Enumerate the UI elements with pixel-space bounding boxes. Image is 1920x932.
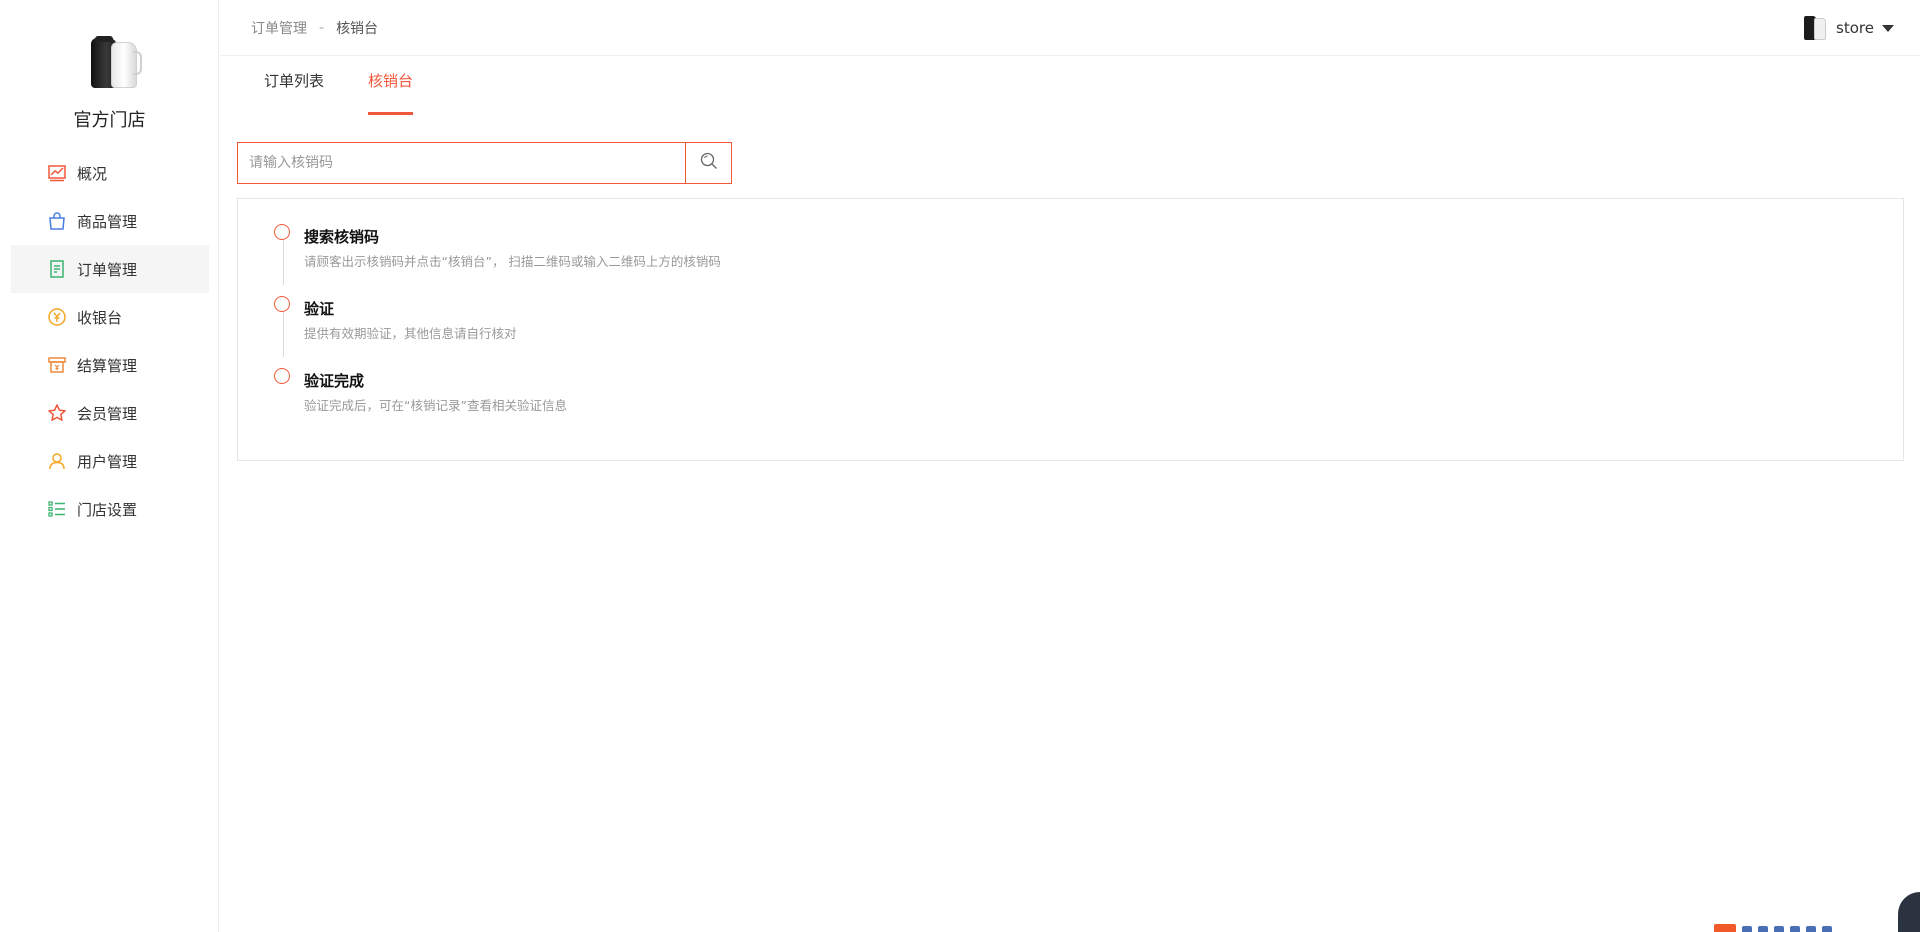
system-tray-fragment: [1714, 924, 1920, 932]
step-title: 验证完成: [304, 372, 365, 390]
step-dot: [274, 368, 290, 384]
step-title: 验证: [304, 300, 335, 318]
step-description: 请顾客出示核销码并点击“核销台”， 扫描二维码或输入二维码上方的核销码: [304, 254, 721, 269]
sidebar-item-orders[interactable]: 订单管理: [11, 245, 209, 293]
settlement-register-icon: [47, 355, 67, 375]
shopping-bag-icon: [47, 211, 67, 231]
tray-icon: [1822, 926, 1832, 932]
sidebar-item-products[interactable]: 商品管理: [11, 197, 209, 245]
sidebar-item-settlement[interactable]: 结算管理: [11, 341, 209, 389]
tray-icon: [1790, 926, 1800, 932]
breadcrumb: 订单管理 - 核销台: [251, 18, 378, 38]
sidebar-item-label: 用户管理: [77, 452, 138, 471]
floating-widget[interactable]: [1898, 892, 1920, 932]
store-logo: [77, 34, 143, 94]
user-menu[interactable]: store: [1802, 14, 1894, 42]
step-dot: [274, 296, 290, 312]
sidebar-item-cashier[interactable]: 收银台: [11, 293, 209, 341]
top-header: 订单管理 - 核销台 store: [220, 0, 1920, 56]
search-icon: [699, 151, 719, 175]
sidebar-item-users[interactable]: 用户管理: [11, 437, 209, 485]
breadcrumb-current: 核销台: [336, 21, 379, 37]
breadcrumb-parent[interactable]: 订单管理: [251, 18, 307, 38]
sidebar-item-label: 收银台: [77, 308, 123, 327]
caret-down-icon: [1882, 24, 1894, 32]
sidebar: 官方门店 概况 商品管理 订单管理 收银台 结算管理 会员管理 用户管理 门店设…: [0, 0, 219, 932]
sidebar-item-label: 门店设置: [77, 500, 138, 519]
order-tabs: 订单列表 核销台: [264, 70, 414, 115]
member-star-icon: [47, 403, 67, 423]
tray-icon: [1758, 926, 1768, 932]
verification-code-input[interactable]: [238, 143, 685, 183]
verification-steps-panel: 搜索核销码 请顾客出示核销码并点击“核销台”， 扫描二维码或输入二维码上方的核销…: [237, 198, 1904, 461]
brand[interactable]: 官方门店: [0, 34, 219, 132]
tray-icon: [1742, 926, 1752, 932]
step-connector: [283, 239, 284, 285]
verification-search: [237, 142, 732, 184]
tray-icon: [1774, 926, 1784, 932]
sidebar-item-label: 概况: [77, 164, 108, 183]
sidebar-item-label: 订单管理: [77, 260, 138, 279]
store-settings-list-icon: [47, 499, 67, 519]
user-person-icon: [47, 451, 67, 471]
sidebar-item-label: 会员管理: [77, 404, 138, 423]
step-title: 搜索核销码: [304, 228, 380, 246]
tab-order-list[interactable]: 订单列表: [264, 70, 324, 115]
search-button[interactable]: [685, 143, 731, 183]
step-description: 提供有效期验证，其他信息请自行核对: [304, 326, 517, 341]
store-name: 官方门店: [73, 110, 146, 131]
step-dot: [274, 224, 290, 240]
sidebar-menu: 概况 商品管理 订单管理 收银台 结算管理 会员管理 用户管理 门店设置: [11, 149, 209, 533]
tray-app-icon: [1714, 924, 1736, 932]
avatar: [1802, 14, 1828, 42]
dashboard-chart-icon: [47, 163, 67, 183]
step-connector: [283, 311, 284, 357]
sidebar-item-label: 商品管理: [77, 212, 138, 231]
tray-icon: [1806, 926, 1816, 932]
sidebar-item-overview[interactable]: 概况: [11, 149, 209, 197]
breadcrumb-separator: -: [319, 20, 325, 36]
sidebar-item-store-settings[interactable]: 门店设置: [11, 485, 209, 533]
sidebar-item-label: 结算管理: [77, 356, 138, 375]
yuan-coin-icon: [47, 307, 67, 327]
user-name: store: [1836, 19, 1874, 37]
step-description: 验证完成后，可在“核销记录”查看相关验证信息: [304, 398, 567, 413]
tab-verification-desk[interactable]: 核销台: [368, 70, 414, 115]
order-document-icon: [47, 259, 67, 279]
sidebar-item-members[interactable]: 会员管理: [11, 389, 209, 437]
